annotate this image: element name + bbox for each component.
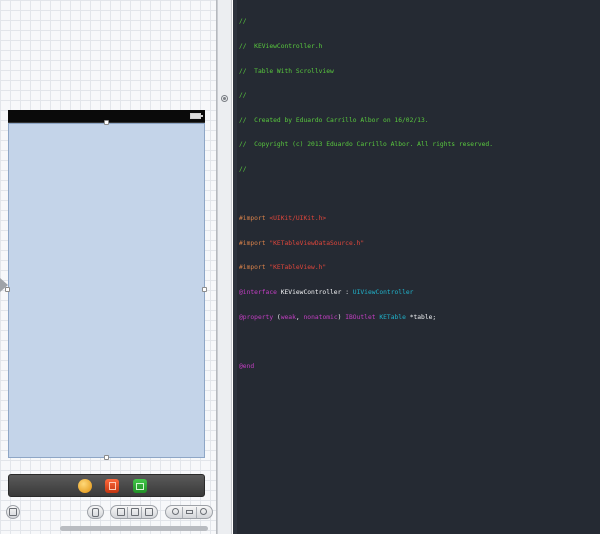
- code-comment-line: //: [239, 92, 247, 100]
- assistant-gutter: [218, 0, 232, 534]
- colon: :: [345, 288, 349, 296]
- import-directive: #import: [239, 264, 266, 272]
- iboutlet-keyword: IBOutlet: [345, 313, 376, 321]
- align-icon[interactable]: [117, 508, 125, 516]
- code-text[interactable]: // // KEViewController.h // Table With S…: [239, 2, 597, 387]
- editor-gutter: [233, 0, 237, 534]
- interface-keyword: @interface: [239, 288, 277, 296]
- code-property-line: @property (weak, nonatomic) IBOutlet KET…: [239, 314, 597, 322]
- main-view[interactable]: [8, 123, 205, 458]
- view-controller-scene[interactable]: [5, 110, 207, 460]
- code-comment-line: // Table With Scrollview: [239, 67, 334, 75]
- import-path: "KETableViewDataSource.h": [269, 239, 365, 247]
- property-keyword: @property: [239, 313, 274, 321]
- form-factor-icon: [92, 508, 99, 517]
- code-comment-line: //: [239, 165, 247, 173]
- hide-outline-icon: [9, 508, 17, 516]
- close-paren: ): [337, 313, 342, 321]
- zoom-in-icon[interactable]: [200, 508, 207, 515]
- exit-icon[interactable]: [133, 479, 147, 493]
- property-name: *table;: [409, 313, 437, 321]
- code-import-line: #import <UIKit/UIKit.h>: [239, 215, 597, 223]
- resize-handle-bottom[interactable]: [104, 455, 109, 460]
- code-comment-line: //: [239, 18, 247, 26]
- code-interface-line: @interface KEViewController : UIViewCont…: [239, 289, 597, 297]
- code-import-line: #import "KETableViewDataSource.h": [239, 240, 597, 248]
- resize-icon[interactable]: [145, 508, 153, 516]
- import-directive: #import: [239, 239, 266, 247]
- form-factor-button[interactable]: [87, 505, 104, 519]
- hide-outline-button[interactable]: [6, 505, 20, 519]
- zoom-out-icon[interactable]: [172, 508, 179, 515]
- code-end-line: @end: [239, 362, 255, 370]
- separator: [182, 507, 183, 518]
- class-name: KEViewController: [280, 288, 342, 296]
- resize-handle-top[interactable]: [104, 120, 109, 125]
- code-comment-line: // Created by Eduardo Carrillo Albor on …: [239, 116, 429, 124]
- code-import-line: #import "KETableView.h": [239, 264, 597, 272]
- outlet-connection-icon[interactable]: [221, 95, 228, 102]
- battery-icon: [190, 113, 203, 119]
- code-comment-line: // Copyright (c) 2013 Eduardo Carrillo A…: [239, 141, 494, 149]
- zoom-actual-icon[interactable]: [186, 510, 193, 514]
- zoom-button-group: [165, 505, 213, 519]
- source-editor[interactable]: // // KEViewController.h // Table With S…: [233, 0, 600, 534]
- comma: ,: [295, 313, 300, 321]
- separator: [196, 507, 197, 518]
- scene-dock: [8, 474, 205, 497]
- layout-button-group: [110, 505, 158, 519]
- storyboard-canvas[interactable]: [0, 0, 216, 534]
- cube-icon[interactable]: [105, 479, 119, 493]
- weak-attribute: weak: [280, 313, 296, 321]
- property-type: KETable: [379, 313, 406, 321]
- import-path: <UIKit/UIKit.h>: [269, 215, 327, 223]
- superclass-name: UIViewController: [352, 288, 414, 296]
- separator: [127, 507, 128, 518]
- nonatomic-attribute: nonatomic: [303, 313, 338, 321]
- code-comment-line: // KEViewController.h: [239, 43, 323, 50]
- pin-icon[interactable]: [131, 508, 139, 516]
- horizontal-scrollbar[interactable]: [60, 526, 208, 531]
- first-responder-icon[interactable]: [78, 479, 92, 493]
- import-path: "KETableView.h": [269, 264, 327, 272]
- resize-handle-left[interactable]: [5, 287, 10, 292]
- separator: [141, 507, 142, 518]
- resize-handle-right[interactable]: [202, 287, 207, 292]
- import-directive: #import: [239, 215, 266, 223]
